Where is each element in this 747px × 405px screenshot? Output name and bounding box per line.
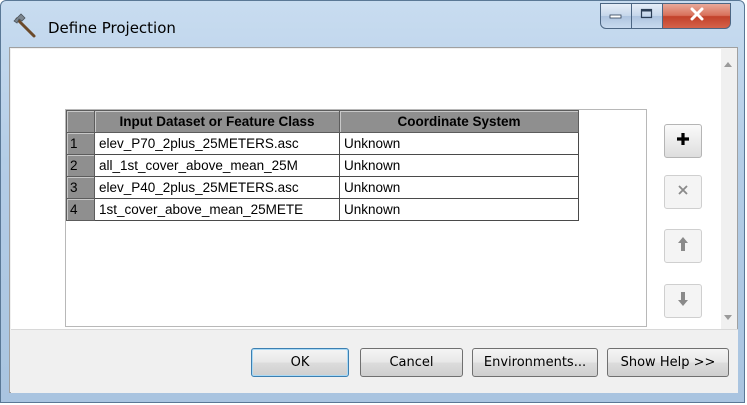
add-row-button[interactable] xyxy=(664,124,702,158)
dialog-button-bar: OK Cancel Environments... Show Help >> xyxy=(11,329,738,393)
column-header-coordinate-system[interactable]: Coordinate System xyxy=(339,110,579,133)
close-icon xyxy=(689,7,705,26)
input-dataset-cell[interactable]: 1st_cover_above_mean_25METE xyxy=(94,198,340,221)
input-dataset-grid: Input Dataset or Feature Class Coordinat… xyxy=(65,109,647,327)
plus-icon xyxy=(675,131,691,152)
close-button[interactable] xyxy=(663,3,731,29)
remove-row-button[interactable] xyxy=(664,175,702,209)
dialog-client-area: Input Dataset or Feature Class Coordinat… xyxy=(9,47,738,393)
coordinate-system-cell[interactable]: Unknown xyxy=(339,198,579,221)
table-row[interactable]: 4 1st_cover_above_mean_25METE Unknown xyxy=(66,198,579,221)
ok-button[interactable]: OK xyxy=(251,348,349,377)
arrow-down-icon xyxy=(677,291,689,312)
hammer-icon xyxy=(13,13,39,39)
table-row[interactable]: 1 elev_P70_2plus_25METERS.asc Unknown xyxy=(66,132,579,155)
parameters-panel: Input Dataset or Feature Class Coordinat… xyxy=(11,49,721,329)
row-number[interactable]: 2 xyxy=(66,154,95,177)
scroll-up-icon[interactable] xyxy=(724,62,732,67)
x-icon xyxy=(677,183,689,201)
maximize-button[interactable] xyxy=(632,3,663,29)
environments-button[interactable]: Environments... xyxy=(472,348,598,377)
row-number[interactable]: 1 xyxy=(66,132,95,155)
minimize-button[interactable] xyxy=(600,3,632,29)
table-row[interactable]: 2 all_1st_cover_above_mean_25M Unknown xyxy=(66,154,579,177)
table-row[interactable]: 3 elev_P40_2plus_25METERS.asc Unknown xyxy=(66,176,579,199)
input-dataset-cell[interactable]: all_1st_cover_above_mean_25M xyxy=(94,154,340,177)
arrow-up-icon xyxy=(677,236,689,257)
row-header-corner xyxy=(66,110,95,133)
input-dataset-cell[interactable]: elev_P70_2plus_25METERS.asc xyxy=(94,132,340,155)
title-bar[interactable]: Define Projection xyxy=(1,1,744,47)
coordinate-system-cell[interactable]: Unknown xyxy=(339,176,579,199)
define-projection-window: Define Projection Input Dataset or Featu… xyxy=(0,0,745,403)
coordinate-system-cell[interactable]: Unknown xyxy=(339,154,579,177)
show-help-button[interactable]: Show Help >> xyxy=(607,348,729,377)
window-title: Define Projection xyxy=(48,19,176,37)
coordinate-system-cell[interactable]: Unknown xyxy=(339,132,579,155)
row-number[interactable]: 4 xyxy=(66,198,95,221)
move-down-button[interactable] xyxy=(664,284,702,318)
scroll-down-icon[interactable] xyxy=(724,315,732,320)
minimize-icon xyxy=(609,7,623,25)
dataset-table: Input Dataset or Feature Class Coordinat… xyxy=(66,110,579,221)
row-number[interactable]: 3 xyxy=(66,176,95,199)
cancel-button[interactable]: Cancel xyxy=(360,348,463,377)
column-header-input-dataset[interactable]: Input Dataset or Feature Class xyxy=(94,110,340,133)
vertical-scrollbar[interactable] xyxy=(721,49,737,329)
input-dataset-cell[interactable]: elev_P40_2plus_25METERS.asc xyxy=(94,176,340,199)
maximize-icon xyxy=(640,7,654,25)
move-up-button[interactable] xyxy=(664,229,702,263)
table-header-row: Input Dataset or Feature Class Coordinat… xyxy=(66,110,579,133)
